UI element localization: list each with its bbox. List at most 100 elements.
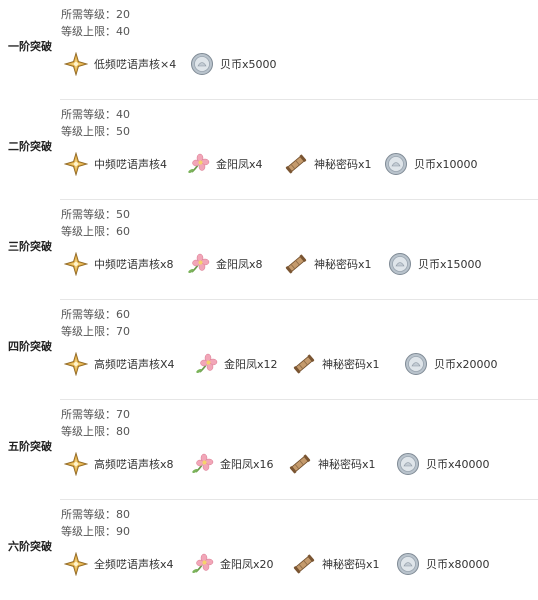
breakthrough-tier: 一阶突破 所需等级：20 等级上限：40 低频呓语声核×4 贝币x5000 — [0, 0, 538, 100]
flower-icon — [190, 452, 214, 476]
level-cap-line: 等级上限：50 — [61, 125, 130, 139]
required-level-value: 20 — [116, 8, 130, 21]
tier-name: 六阶突破 — [8, 540, 52, 553]
star-icon — [64, 52, 88, 76]
material-item: 贝币x15000 — [388, 251, 482, 277]
material-label: 高频呓语声核X4 — [94, 358, 175, 371]
shell-coin-icon — [190, 52, 214, 76]
material-item: 贝币x20000 — [404, 351, 498, 377]
material-item: 低频呓语声核×4 — [64, 51, 176, 77]
required-level-value: 80 — [116, 508, 130, 521]
material-label: 贝币x15000 — [418, 258, 482, 271]
breakthrough-tier: 二阶突破 所需等级：40 等级上限：50 中频呓语声核4 金阳凤x4 神秘密码x1 贝币x1… — [0, 100, 538, 200]
scroll-icon — [284, 252, 308, 276]
material-item: 金阳凤x8 — [186, 251, 263, 277]
material-item: 金阳凤x16 — [190, 451, 274, 477]
material-label: 金阳凤x8 — [216, 258, 263, 271]
material-item: 贝币x80000 — [396, 551, 490, 577]
flower-icon — [186, 252, 210, 276]
required-level-line: 所需等级：60 — [61, 308, 130, 322]
material-label: 神秘密码x1 — [314, 158, 372, 171]
material-item: 贝币x10000 — [384, 151, 478, 177]
material-label: 贝币x5000 — [220, 58, 277, 71]
level-cap-line: 等级上限：70 — [61, 325, 130, 339]
star-icon — [64, 552, 88, 576]
shell-coin-icon — [396, 452, 420, 476]
material-item: 中频呓语声核4 — [64, 151, 167, 177]
required-level-label: 所需等级： — [61, 208, 116, 221]
required-level-line: 所需等级：40 — [61, 108, 130, 122]
breakthrough-tier: 四阶突破 所需等级：60 等级上限：70 高频呓语声核X4 金阳凤x12 神秘密码x1 贝币… — [0, 300, 538, 400]
material-label: 全频呓语声核x4 — [94, 558, 174, 571]
star-icon — [64, 152, 88, 176]
shell-coin-icon — [384, 152, 408, 176]
level-cap-value: 60 — [116, 225, 130, 238]
material-item: 金阳凤x12 — [194, 351, 278, 377]
level-cap-line: 等级上限：90 — [61, 525, 130, 539]
material-item: 高频呓语声核x8 — [64, 451, 174, 477]
material-item: 贝币x5000 — [190, 51, 277, 77]
material-item: 高频呓语声核X4 — [64, 351, 175, 377]
level-cap-line: 等级上限：80 — [61, 425, 130, 439]
material-item: 神秘密码x1 — [284, 251, 372, 277]
level-cap-line: 等级上限：60 — [61, 225, 130, 239]
material-item: 金阳凤x20 — [190, 551, 274, 577]
level-cap-line: 等级上限：40 — [61, 25, 130, 39]
level-cap-label: 等级上限： — [61, 25, 116, 38]
level-cap-value: 40 — [116, 25, 130, 38]
star-icon — [64, 252, 88, 276]
level-cap-label: 等级上限： — [61, 225, 116, 238]
material-label: 中频呓语声核4 — [94, 158, 167, 171]
material-item: 中频呓语声核x8 — [64, 251, 174, 277]
level-cap-label: 等级上限： — [61, 325, 116, 338]
material-label: 神秘密码x1 — [322, 558, 380, 571]
required-level-label: 所需等级： — [61, 508, 116, 521]
material-item: 全频呓语声核x4 — [64, 551, 174, 577]
tier-name: 二阶突破 — [8, 140, 52, 153]
tier-name: 四阶突破 — [8, 340, 52, 353]
material-label: 金阳凤x4 — [216, 158, 263, 171]
level-cap-label: 等级上限： — [61, 425, 116, 438]
material-label: 神秘密码x1 — [322, 358, 380, 371]
tier-name: 一阶突破 — [8, 40, 52, 53]
required-level-line: 所需等级：50 — [61, 208, 130, 222]
required-level-label: 所需等级： — [61, 308, 116, 321]
material-item: 神秘密码x1 — [288, 451, 376, 477]
required-level-value: 60 — [116, 308, 130, 321]
material-label: 神秘密码x1 — [314, 258, 372, 271]
scroll-icon — [292, 352, 316, 376]
required-level-label: 所需等级： — [61, 108, 116, 121]
shell-coin-icon — [404, 352, 428, 376]
material-label: 金阳凤x12 — [224, 358, 278, 371]
required-level-label: 所需等级： — [61, 408, 116, 421]
shell-coin-icon — [396, 552, 420, 576]
tier-name: 五阶突破 — [8, 440, 52, 453]
material-item: 金阳凤x4 — [186, 151, 263, 177]
tier-name: 三阶突破 — [8, 240, 52, 253]
required-level-line: 所需等级：70 — [61, 408, 130, 422]
material-label: 低频呓语声核×4 — [94, 58, 177, 71]
level-cap-value: 80 — [116, 425, 130, 438]
level-cap-value: 70 — [116, 325, 130, 338]
required-level-value: 50 — [116, 208, 130, 221]
material-label: 金阳凤x16 — [220, 458, 274, 471]
star-icon — [64, 452, 88, 476]
level-cap-label: 等级上限： — [61, 525, 116, 538]
scroll-icon — [288, 452, 312, 476]
level-cap-label: 等级上限： — [61, 125, 116, 138]
material-item: 神秘密码x1 — [284, 151, 372, 177]
scroll-icon — [292, 552, 316, 576]
flower-icon — [190, 552, 214, 576]
flower-icon — [194, 352, 218, 376]
material-label: 高频呓语声核x8 — [94, 458, 174, 471]
material-label: 贝币x10000 — [414, 158, 478, 171]
required-level-value: 40 — [116, 108, 130, 121]
required-level-line: 所需等级：80 — [61, 508, 130, 522]
material-label: 神秘密码x1 — [318, 458, 376, 471]
breakthrough-tier: 五阶突破 所需等级：70 等级上限：80 高频呓语声核x8 金阳凤x16 神秘密码x1 贝币… — [0, 400, 538, 500]
breakthrough-tier: 三阶突破 所需等级：50 等级上限：60 中频呓语声核x8 金阳凤x8 神秘密码x1 贝币x… — [0, 200, 538, 300]
material-label: 贝币x80000 — [426, 558, 490, 571]
required-level-line: 所需等级：20 — [61, 8, 130, 22]
material-label: 贝币x40000 — [426, 458, 490, 471]
required-level-label: 所需等级： — [61, 8, 116, 21]
